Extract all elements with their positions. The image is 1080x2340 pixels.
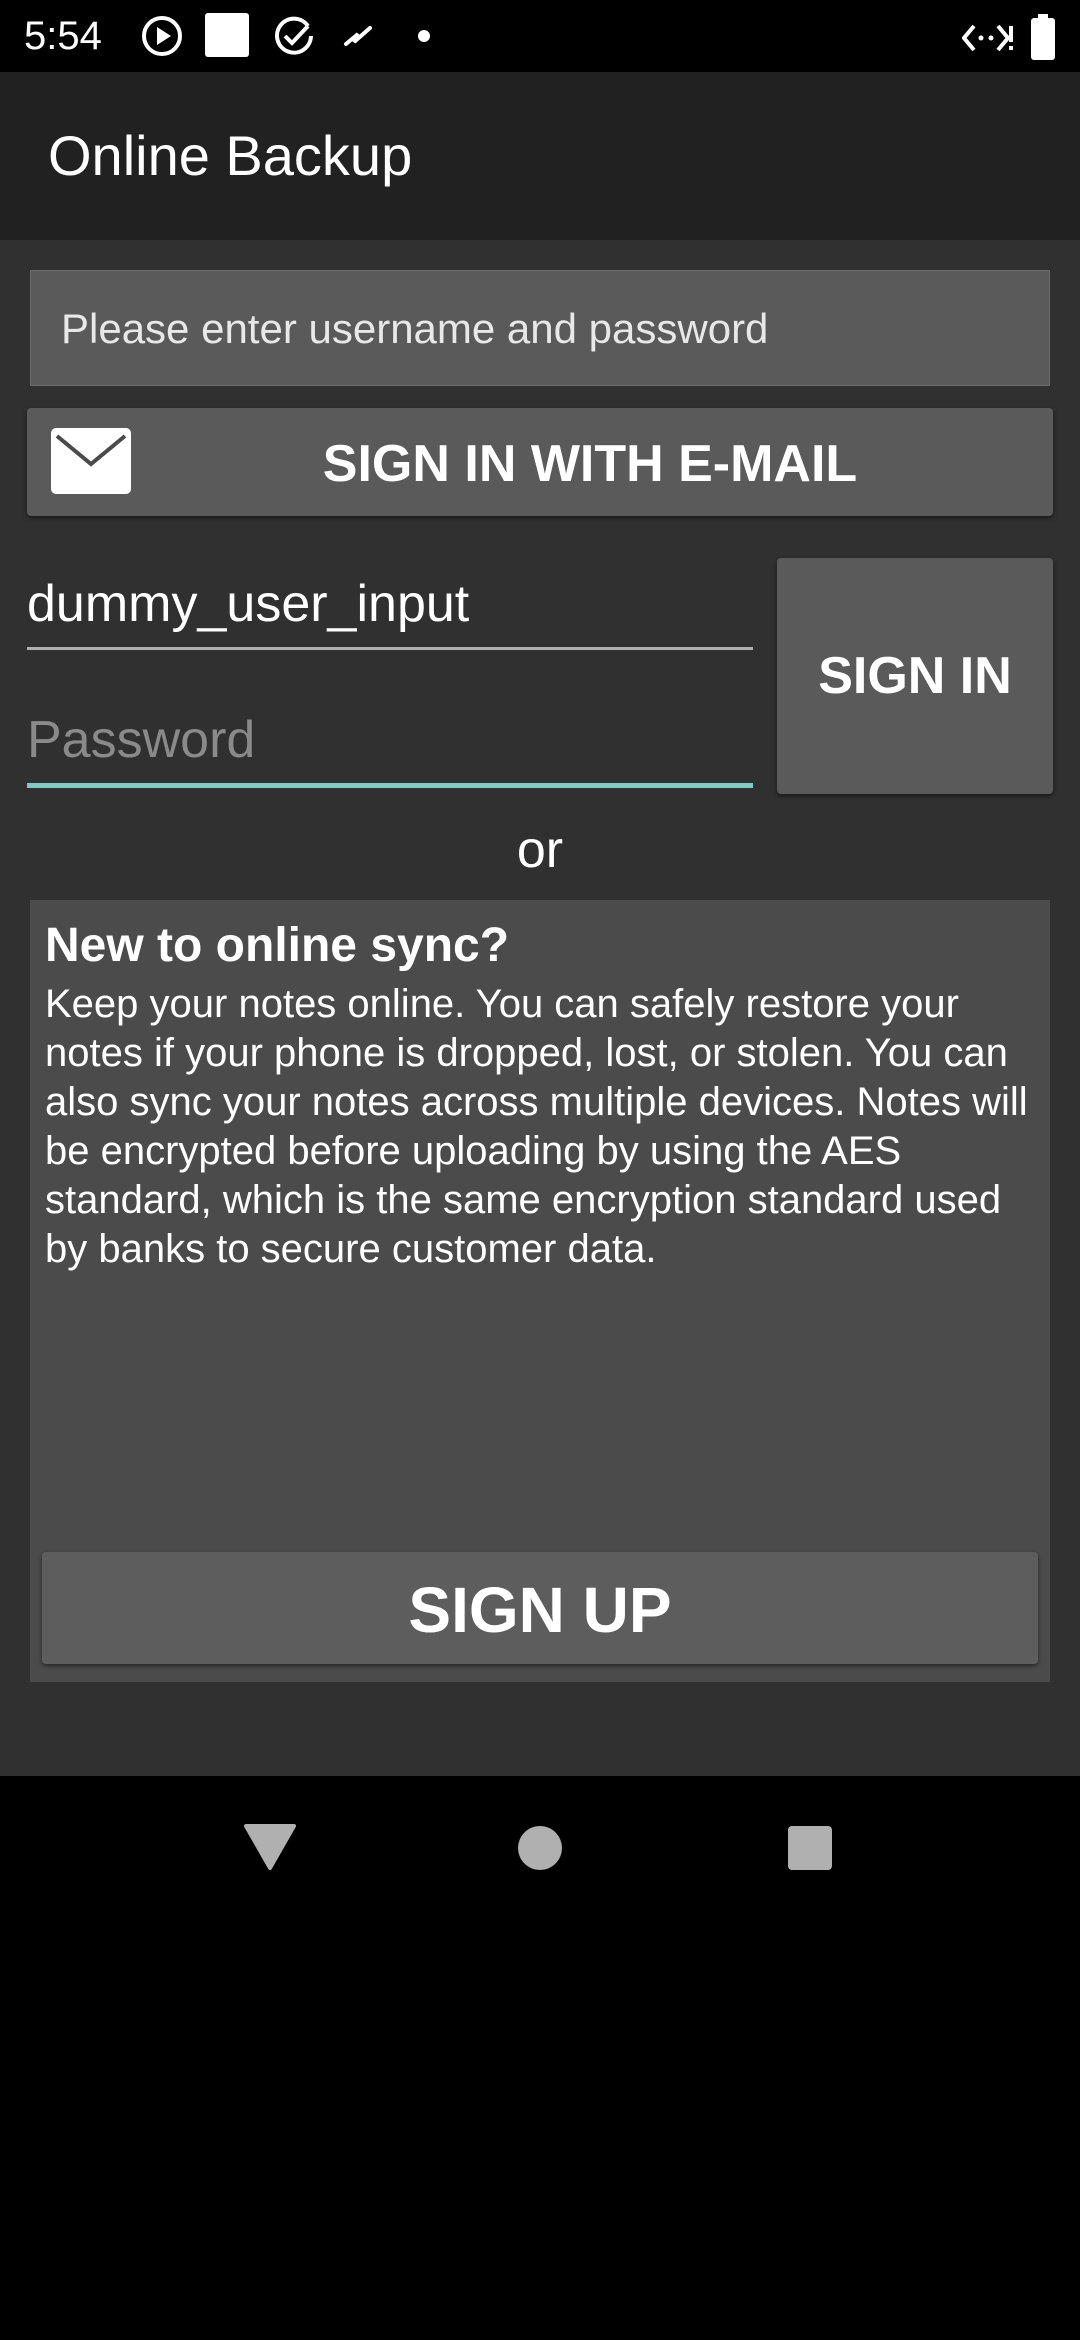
screen: 5:54 Online Backup Please enter username… [0, 0, 1080, 2340]
content-area: Please enter username and password SIGN … [0, 240, 1080, 1776]
sign-in-with-email-label: SIGN IN WITH E-MAIL [322, 435, 858, 493]
signup-description: Keep your notes online. You can safely r… [45, 982, 1028, 1271]
navigation-bar [0, 1776, 1080, 1920]
login-message-box: Please enter username and password [30, 270, 1050, 386]
login-message: Please enter username and password [61, 305, 769, 352]
envelope-icon [51, 428, 131, 494]
username-field[interactable] [27, 560, 753, 650]
password-field[interactable] [27, 696, 753, 788]
signup-info-box: New to online sync? Keep your notes onli… [30, 900, 1050, 1682]
signup-heading: New to online sync? [45, 919, 510, 972]
sign-in-with-email-button[interactable]: SIGN IN WITH E-MAIL [27, 408, 1053, 516]
battery-icon [1030, 14, 1056, 65]
sign-up-label: SIGN UP [408, 1574, 672, 1646]
play-circle-icon [140, 14, 184, 63]
sign-up-button[interactable]: SIGN UP [42, 1552, 1038, 1664]
sign-in-label: SIGN IN [818, 647, 1012, 705]
check-circle-icon [272, 14, 316, 63]
square-notification-icon [204, 12, 250, 63]
app-bar: Online Backup [0, 72, 1080, 240]
squiggle-icon [340, 18, 376, 59]
home-icon[interactable] [504, 1812, 576, 1884]
dot-icon [414, 26, 434, 51]
status-bar: 5:54 [0, 0, 1080, 72]
recents-icon[interactable] [774, 1812, 846, 1884]
back-icon[interactable] [234, 1812, 306, 1884]
page-title: Online Backup [48, 124, 413, 187]
data-arrows-icon [961, 20, 1014, 61]
or-separator: or [516, 821, 564, 879]
sign-in-button[interactable]: SIGN IN [777, 558, 1053, 794]
status-time: 5:54 [24, 14, 102, 58]
